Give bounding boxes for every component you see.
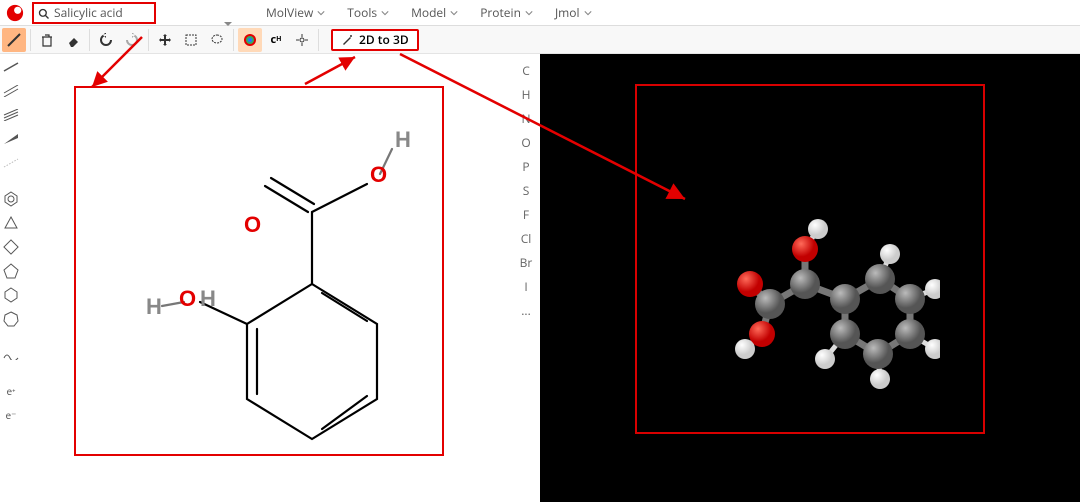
ring-pentagon[interactable] [1, 262, 21, 280]
molecule-2d-structure [82, 94, 442, 454]
search-icon [38, 7, 50, 19]
charge-plus-label: e⁺ [7, 384, 16, 398]
separator [30, 29, 31, 51]
atom-label-O: O [179, 286, 196, 312]
annotation-arrow-search [77, 32, 177, 102]
menu-tools-label: Tools [347, 4, 377, 21]
app-logo [6, 4, 24, 22]
bond-triple[interactable] [1, 106, 21, 124]
tool-rect-select[interactable] [179, 28, 203, 52]
charge-plus[interactable]: e⁺ [1, 382, 21, 400]
menu-molview[interactable]: MolView [266, 4, 325, 21]
atom-label-O: O [370, 162, 387, 188]
lasso-icon [210, 33, 224, 47]
tool-color[interactable] [238, 28, 262, 52]
wand-icon [341, 34, 353, 46]
menu-jmol[interactable]: Jmol [555, 4, 592, 21]
atom-label-H: H [200, 286, 216, 312]
charge-minus[interactable]: e⁻ [1, 406, 21, 424]
bond-single[interactable] [1, 58, 21, 76]
element-I[interactable]: I [524, 278, 527, 296]
menu-molview-label: MolView [266, 4, 313, 21]
molecule-3d-structure [690, 184, 940, 414]
tool-single-bond[interactable] [2, 28, 26, 52]
search-input[interactable] [54, 4, 144, 21]
element-Cl[interactable]: Cl [521, 230, 532, 248]
chevron-down-icon [525, 9, 533, 17]
tool-trash[interactable] [35, 28, 59, 52]
center-icon [295, 33, 309, 47]
bond-sidebar: e⁺ e⁻ [0, 54, 22, 502]
atom-label-H: H [146, 294, 162, 320]
bond-wedge[interactable] [1, 130, 21, 148]
main-area: e⁺ e⁻ [0, 54, 1080, 502]
tool-skeletal[interactable]: cH [264, 28, 288, 52]
color-icon [243, 33, 257, 47]
topbar: MolView Tools Model Protein Jmol [0, 0, 1080, 26]
menu-tools[interactable]: Tools [347, 4, 389, 21]
main-menu: MolView Tools Model Protein Jmol [266, 4, 592, 21]
chevron-down-icon [584, 9, 592, 17]
search-box-highlight [32, 2, 156, 24]
annotation-arrow-2d3d [300, 52, 370, 92]
tool-lasso-select[interactable] [205, 28, 229, 52]
chevron-down-icon [317, 9, 325, 17]
element-Br[interactable]: Br [520, 254, 533, 272]
menu-model-label: Model [411, 4, 446, 21]
tool-center[interactable] [290, 28, 314, 52]
bond-dash[interactable] [1, 154, 21, 172]
ring-hexagon[interactable] [1, 286, 21, 304]
element-more[interactable]: ... [521, 302, 530, 320]
chevron-down-icon [450, 9, 458, 17]
charge-minus-label: e⁻ [6, 408, 17, 422]
menu-protein-label: Protein [480, 4, 521, 21]
trash-icon [40, 33, 54, 47]
menu-jmol-label: Jmol [555, 4, 580, 21]
ring-square[interactable] [1, 238, 21, 256]
ring-benzene[interactable] [1, 190, 21, 208]
menu-model[interactable]: Model [411, 4, 458, 21]
chain-tool[interactable] [1, 346, 21, 364]
ring-triangle[interactable] [1, 214, 21, 232]
chevron-down-icon [381, 9, 389, 17]
atom-label-O: O [244, 212, 261, 238]
separator [318, 29, 319, 51]
menu-protein[interactable]: Protein [480, 4, 533, 21]
rect-select-icon [184, 33, 198, 47]
annotation-arrow-3d [390, 44, 700, 224]
separator [233, 29, 234, 51]
bond-double[interactable] [1, 82, 21, 100]
canvas-3d[interactable] [540, 54, 1080, 502]
ring-heptagon[interactable] [1, 310, 21, 328]
